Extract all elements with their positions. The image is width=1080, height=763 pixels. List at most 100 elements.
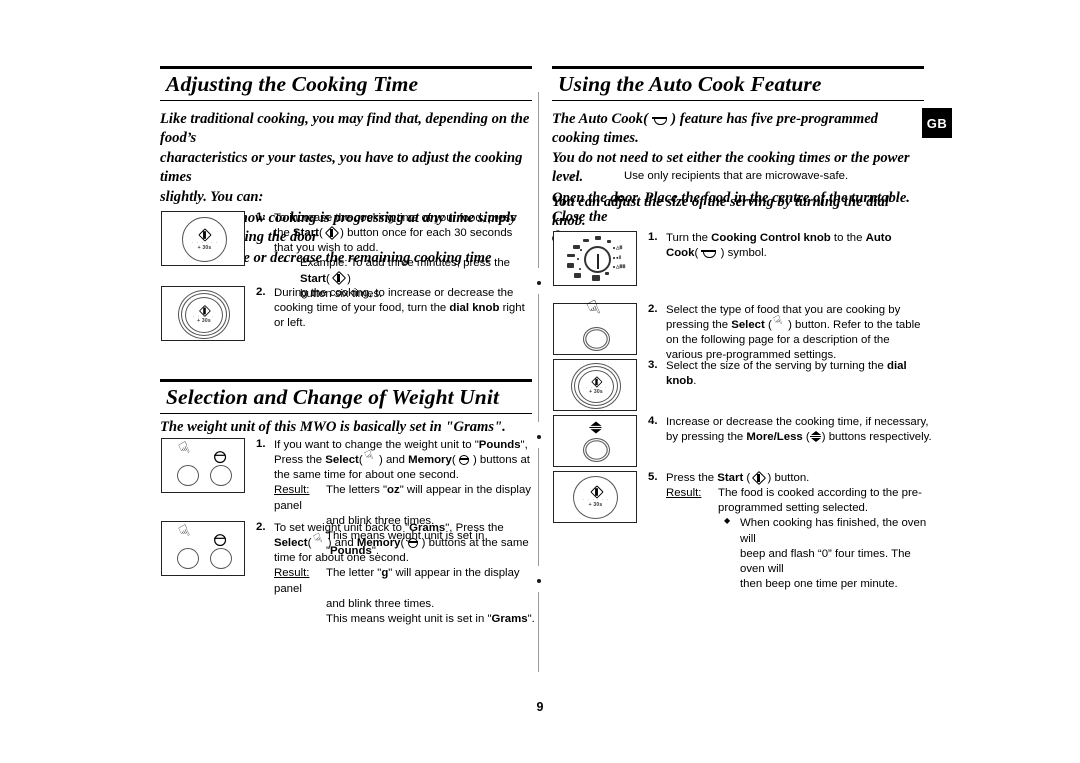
step-line: ) and [327, 537, 357, 550]
step-line: programmed setting selected. [718, 502, 869, 515]
bold-term: Select [731, 319, 765, 332]
bold-term: oz [387, 484, 400, 497]
select-icon [181, 448, 194, 462]
step-text: Select the type of food that you are coo… [666, 303, 928, 364]
page-title-left-2: Selection and Change of Weight Unit [166, 385, 500, 409]
bold-term: dial knob [449, 302, 500, 315]
select-icon [366, 454, 376, 465]
heading-rule-top [552, 66, 924, 69]
more-less-icon [589, 421, 602, 434]
dial-symbol [583, 239, 589, 242]
step-line: Press the [666, 472, 718, 484]
bold-term: Grams [409, 522, 446, 534]
page-title-right-1: Using the Auto Cook Feature [558, 72, 822, 96]
result-bullet: When cooking has finished, the oven will… [718, 516, 934, 592]
step-line: to the [830, 232, 866, 244]
memory-icon [213, 450, 226, 463]
start-icon [753, 472, 764, 483]
locale-badge: GB [922, 108, 952, 138]
panel-select-memory-1 [161, 438, 245, 493]
step-line: The letter " [326, 567, 382, 580]
memory-icon [459, 454, 470, 465]
dial-symbol-auto-cook [592, 275, 600, 281]
step-number: 4. [648, 415, 658, 427]
step-line: ) button. [767, 472, 810, 484]
memory-icon [408, 537, 419, 548]
document-page: GB Adjusting the Cooking Time Like tradi… [0, 0, 1080, 763]
step-number: 3. [648, 359, 658, 371]
heading-rule-top [160, 66, 532, 69]
dial-button-label: + 30s [589, 389, 603, 395]
result-label: Result: [274, 484, 310, 497]
step-number: 2. [256, 286, 266, 298]
intro-line: slightly. You can: [160, 188, 264, 205]
step-line: ) buttons at the [421, 537, 498, 550]
intro-weight-unit: The weight unit of this MWO is basically… [160, 418, 532, 438]
intro-line: characteristics or your tastes, you have… [160, 149, 523, 185]
knob-pointer [597, 254, 599, 269]
page-number: 9 [536, 700, 544, 714]
step-line: Select the size of the serving by turnin… [666, 360, 887, 372]
panel-start-button: · · · · · · + 30s [161, 211, 245, 266]
select-button-circle [177, 548, 199, 569]
step-line: If you want to change the weight unit to… [274, 439, 479, 451]
dial-label: ●ⅠⅠ [616, 255, 622, 260]
step-line: and blink three times. [326, 597, 435, 610]
memory-button-circle [210, 548, 232, 569]
step-line: ", [520, 439, 528, 451]
note-text: Use only recipients that are microwave-s… [624, 170, 849, 182]
step-line: beep and flash “0” four times. The oven … [740, 547, 911, 575]
step-line: To set weight unit back to " [274, 522, 410, 534]
select-icon [590, 307, 605, 324]
result-label: Result: [274, 567, 310, 580]
step-text: Turn the Cooking Control knob to the Aut… [666, 232, 892, 260]
section-heading-adjusting-cooking-time: Adjusting the Cooking Time [160, 66, 532, 102]
step-line: ) buttons respectively. [821, 431, 932, 444]
dial-symbol [607, 240, 611, 243]
memory-icon [213, 533, 226, 546]
memory-button-circle [210, 465, 232, 486]
bold-term: Cooking Control knob [711, 232, 831, 244]
step-line: the [712, 319, 732, 332]
heading-rule-top [160, 379, 532, 382]
auto-cook-icon [701, 248, 717, 259]
step-line: Example: To add three minutes, press the [300, 257, 510, 270]
step-line: pressing the [681, 431, 747, 444]
panel-dial-knob: · · · · · + 30s [161, 286, 245, 341]
step-number: 1. [648, 231, 658, 243]
intro-text: The Auto Cook( [552, 111, 648, 127]
bold-term: Pounds [478, 439, 521, 451]
step-text: During the cooking, to increase or decre… [274, 286, 536, 331]
bold-term: Select [325, 454, 359, 467]
select-button-circle [583, 327, 610, 351]
step-text: Press the Start ( ) button. Result: The f… [666, 471, 934, 592]
step-number: 1. [256, 211, 266, 223]
result-label: Result: [666, 487, 702, 500]
step-line: then beep one time per minute. [740, 578, 898, 591]
panel-select-button [553, 303, 637, 355]
page-title-left-1: Adjusting the Cooking Time [166, 72, 419, 96]
start-icon [326, 227, 337, 238]
auto-cook-icon [651, 115, 668, 125]
section-heading-auto-cook: Using the Auto Cook Feature [552, 66, 924, 102]
step-line: same time for about one second. [293, 469, 459, 482]
dial-symbol [574, 273, 581, 278]
select-icon [315, 537, 325, 548]
dial-symbol [573, 245, 580, 249]
dial-symbol [567, 263, 574, 268]
bold-term: Memory [408, 454, 452, 467]
step-line: ", [445, 522, 453, 534]
intro-line: The weight unit of this MWO is basically… [160, 419, 506, 435]
select-button-circle [177, 465, 199, 486]
heading-rule-bottom [160, 99, 532, 102]
heading-rule-bottom [552, 99, 924, 102]
page-fold-divider [536, 92, 541, 672]
panel-select-memory-2 [161, 521, 245, 576]
step-line: ) [347, 272, 351, 285]
more-less-icon [809, 431, 822, 443]
step-line: time of your food, turn the [316, 302, 450, 315]
start-icon [199, 229, 209, 239]
step-text: Increase or decrease the cooking time, i… [666, 416, 932, 444]
dial-label: △Ⅲ [616, 245, 623, 250]
dial-symbol [567, 254, 575, 257]
